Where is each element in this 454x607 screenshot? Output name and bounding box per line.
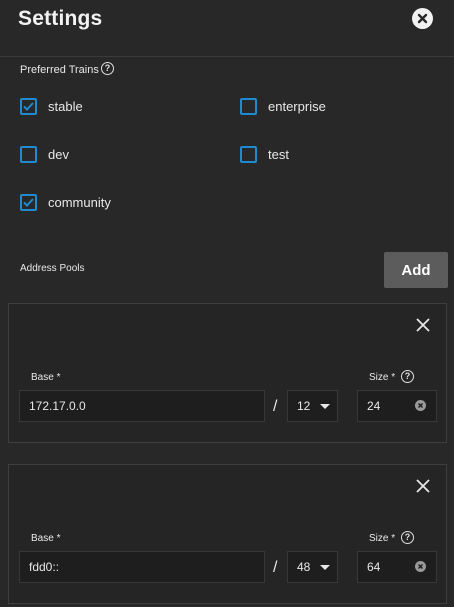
address-pool-card: Base * fdd0:: / 48 Size * ? 64 — [8, 464, 447, 604]
address-pools-label: Address Pools — [20, 263, 85, 274]
checkbox-enterprise[interactable] — [240, 98, 257, 115]
help-icon[interactable]: ? — [101, 62, 114, 75]
base-label: Base * — [31, 372, 61, 383]
base-label: Base * — [31, 533, 61, 544]
help-icon[interactable]: ? — [401, 531, 414, 544]
size-input-value: 24 — [367, 399, 381, 413]
prefix-select-value: 12 — [297, 399, 311, 413]
checkbox-test-label: test — [268, 147, 289, 162]
add-button[interactable]: Add — [384, 252, 448, 288]
close-icon[interactable] — [412, 8, 433, 29]
prefix-select-value: 48 — [297, 560, 311, 574]
checkbox-dev[interactable] — [20, 146, 37, 163]
checkbox-test[interactable] — [240, 146, 257, 163]
address-pool-card: Base * 172.17.0.0 / 12 Size * ? 24 — [8, 303, 447, 443]
base-input[interactable]: fdd0:: — [19, 551, 265, 583]
size-input[interactable]: 24 — [357, 390, 437, 422]
page-title: Settings — [18, 7, 103, 30]
prefix-separator: / — [273, 398, 278, 415]
size-label: Size * — [369, 372, 396, 383]
clear-icon[interactable] — [415, 400, 426, 411]
checkbox-stable-label: stable — [48, 99, 83, 114]
base-input[interactable]: 172.17.0.0 — [19, 390, 265, 422]
checkbox-enterprise-label: enterprise — [268, 99, 326, 114]
checkbox-dev-label: dev — [48, 147, 69, 162]
size-input-value: 64 — [367, 560, 381, 574]
chevron-down-icon — [320, 404, 330, 409]
chevron-down-icon — [320, 565, 330, 570]
remove-pool-icon[interactable] — [415, 478, 431, 494]
prefix-select[interactable]: 12 — [287, 390, 338, 422]
remove-pool-icon[interactable] — [415, 317, 431, 333]
preferred-trains-label: Preferred Trains — [20, 64, 99, 76]
prefix-select[interactable]: 48 — [287, 551, 338, 583]
dialog-header: Settings — [0, 0, 454, 57]
help-icon[interactable]: ? — [401, 370, 414, 383]
size-input[interactable]: 64 — [357, 551, 437, 583]
clear-icon[interactable] — [415, 561, 426, 572]
checkbox-community[interactable] — [20, 194, 37, 211]
size-label: Size * — [369, 533, 396, 544]
checkbox-stable[interactable] — [20, 98, 37, 115]
checkbox-community-label: community — [48, 195, 111, 210]
prefix-separator: / — [273, 559, 278, 576]
